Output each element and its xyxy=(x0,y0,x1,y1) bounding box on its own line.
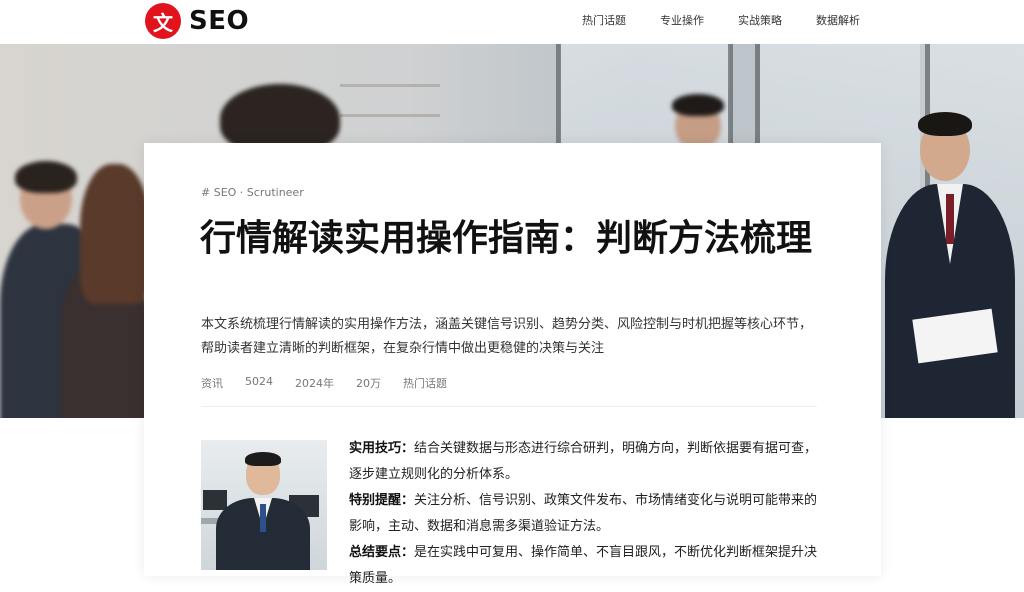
meta-tag[interactable]: 热门话题 xyxy=(403,375,447,391)
point-label: 实用技巧： xyxy=(349,441,415,456)
meta-id: 5024 xyxy=(245,375,273,388)
point-text: 关注分析、信号识别、政策文件发布、市场情绪变化与说明可能带来的影响，主动、数据和… xyxy=(349,493,818,534)
article-meta: 资讯 5024 2024年 20万 热门话题 xyxy=(201,375,447,391)
article-title: 行情解读实用操作指南：判断方法梳理 xyxy=(200,218,813,259)
site-logo[interactable]: 文 SEO xyxy=(145,1,249,41)
article-card: # SEO · Scrutineer 行情解读实用操作指南：判断方法梳理 本文系… xyxy=(144,143,881,586)
point-label: 特别提醒： xyxy=(349,493,415,508)
article-photo xyxy=(201,440,327,570)
main-nav: 热门话题 专业操作 实战策略 数据解析 xyxy=(582,12,860,28)
article-summary: 本文系统梳理行情解读的实用操作方法，涵盖关键信号识别、趋势分类、风险控制与时机把… xyxy=(201,317,813,356)
nav-item-strategy[interactable]: 实战策略 xyxy=(738,12,782,28)
article-source: # SEO · Scrutineer xyxy=(201,186,304,199)
logo-mark-icon: 文 xyxy=(145,3,181,39)
article-points: 实用技巧：结合关键数据与形态进行综合研判，明确方向，判断依据要有据可查，逐步建立… xyxy=(349,436,821,592)
meta-category[interactable]: 资讯 xyxy=(201,375,223,391)
point-item: 总结要点：是在实践中可复用、操作简单、不盲目跟风，不断优化判断框架提升决策质量。 xyxy=(349,540,821,592)
meta-divider xyxy=(201,406,817,407)
meta-date: 2024年 xyxy=(295,377,334,390)
nav-item-hot-topics[interactable]: 热门话题 xyxy=(582,12,626,28)
meta-views: 20万 xyxy=(356,377,381,390)
top-navigation-bar: 文 SEO 热门话题 专业操作 实战策略 数据解析 xyxy=(0,0,1024,44)
point-text: 是在实践中可复用、操作简单、不盲目跟风，不断优化判断框架提升决策质量。 xyxy=(349,545,818,586)
logo-text: SEO xyxy=(189,6,250,36)
point-item: 特别提醒：关注分析、信号识别、政策文件发布、市场情绪变化与说明可能带来的影响，主… xyxy=(349,488,821,540)
nav-item-professional-ops[interactable]: 专业操作 xyxy=(660,12,704,28)
nav-item-data-analysis[interactable]: 数据解析 xyxy=(816,12,860,28)
point-text: 结合关键数据与形态进行综合研判，明确方向，判断依据要有据可查，逐步建立规则化的分… xyxy=(349,441,818,482)
point-item: 实用技巧：结合关键数据与形态进行综合研判，明确方向，判断依据要有据可查，逐步建立… xyxy=(349,436,821,488)
point-label: 总结要点： xyxy=(349,545,415,560)
